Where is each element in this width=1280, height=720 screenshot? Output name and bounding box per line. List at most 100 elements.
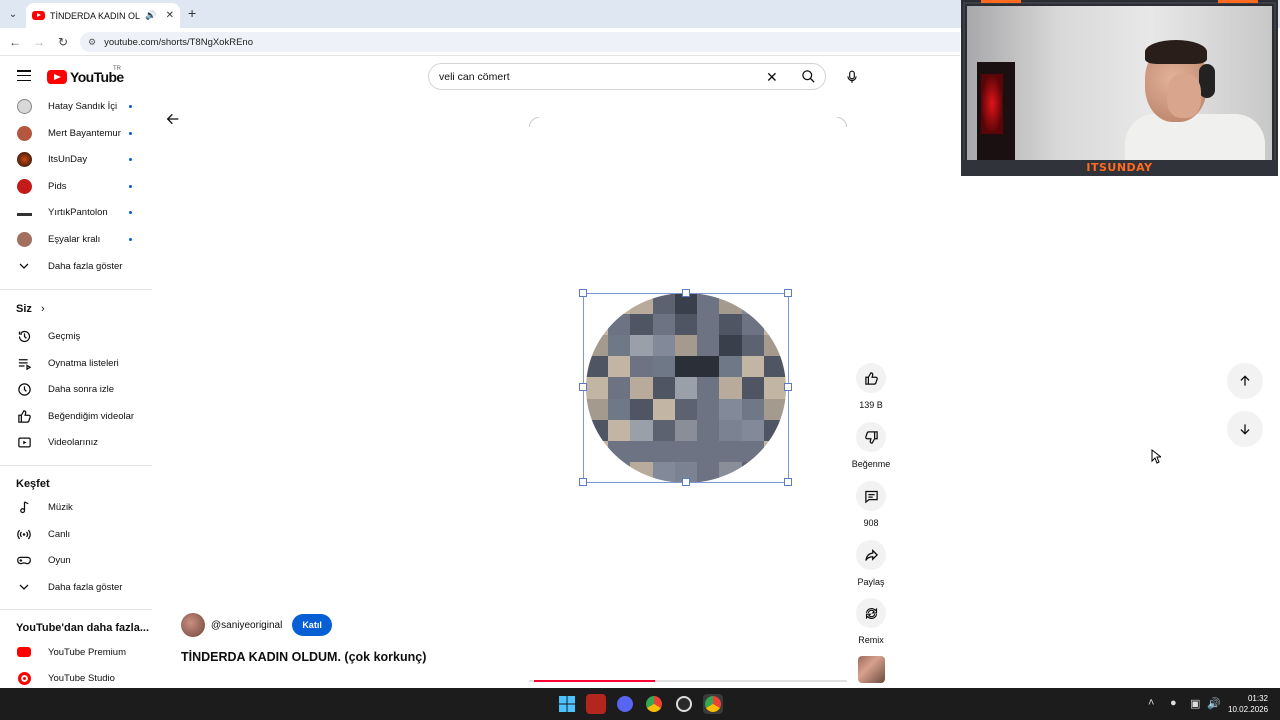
thumbs-up-icon — [864, 371, 878, 385]
sidebar-item-youtube-premium[interactable]: YouTube Premium — [0, 639, 152, 665]
sidebar-subscription[interactable]: Hatay Sandık İçi — [0, 93, 152, 119]
thumbs-up-icon — [16, 408, 32, 424]
sidebar-item-music[interactable]: Müzik — [0, 494, 152, 520]
like-button[interactable]: 139 B — [851, 363, 891, 410]
next-short-button[interactable] — [1227, 411, 1263, 447]
chrome-app-icon[interactable] — [644, 694, 664, 714]
previous-short-button[interactable] — [1227, 363, 1263, 399]
webcam-overlay: ITSUNDAY — [961, 0, 1278, 176]
search-input[interactable] — [439, 70, 759, 83]
show-more-explore[interactable]: Daha fazla göster — [0, 574, 152, 600]
clock-time: 01:32 — [1247, 694, 1268, 703]
microphone-tray-icon[interactable]: ● — [1170, 697, 1177, 709]
taskbar: ˄ ● ▣ 🔊 01:32 10.02.2026 — [0, 688, 1280, 720]
channel-avatar — [16, 125, 32, 141]
sidebar-subscription[interactable]: Mert Bayantemur — [0, 120, 152, 146]
resize-handle[interactable] — [682, 289, 690, 297]
sound-thumbnail[interactable] — [858, 656, 885, 683]
sidebar-item-watch-later[interactable]: Daha sonra izle — [0, 376, 152, 402]
voice-search-button[interactable] — [838, 63, 866, 91]
resize-handle[interactable] — [579, 478, 587, 486]
you-section-header[interactable]: Siz › — [16, 303, 45, 315]
youtube-premium-icon — [16, 644, 32, 660]
windows-start-icon[interactable] — [557, 694, 577, 714]
obs-app-icon[interactable] — [674, 694, 694, 714]
playlist-icon — [16, 355, 32, 371]
forward-icon[interactable]: → — [31, 34, 47, 50]
resize-handle[interactable] — [579, 383, 587, 391]
sidebar-item-your-videos[interactable]: Videolarınız — [0, 429, 152, 455]
share-icon — [864, 548, 878, 561]
chevron-down-icon — [16, 579, 32, 595]
remix-button[interactable]: Remix — [851, 598, 891, 645]
tab-title: TİNDERDA KADIN OLDUM. — [50, 10, 141, 21]
resize-handle[interactable] — [784, 383, 792, 391]
tab-close-icon[interactable]: ✕ — [166, 10, 174, 21]
sidebar-item-gaming[interactable]: Oyun — [0, 547, 152, 573]
new-content-dot — [129, 104, 132, 108]
discord-app-icon[interactable] — [615, 694, 635, 714]
chevron-right-icon: › — [40, 303, 45, 315]
clear-search-icon[interactable]: ✕ — [766, 69, 778, 86]
search-button[interactable] — [791, 64, 826, 89]
mouse-cursor-icon — [1151, 448, 1163, 469]
sidebar-item-youtube-studio[interactable]: YouTube Studio — [0, 665, 152, 688]
taskbar-clock[interactable]: 01:32 10.02.2026 — [1228, 693, 1268, 715]
sidebar-item-live[interactable]: Canlı — [0, 521, 152, 547]
resize-handle[interactable] — [682, 478, 690, 486]
resize-handle[interactable] — [784, 478, 792, 486]
resize-handle[interactable] — [579, 289, 587, 297]
webcam-name-label: ITSUNDAY — [1086, 161, 1153, 174]
speaker-icon[interactable]: 🔊 — [145, 10, 156, 21]
browser-tab-active[interactable]: TİNDERDA KADIN OLDUM. 🔊 ✕ — [26, 3, 180, 28]
sidebar-subscription[interactable]: Eşyalar kralı — [0, 226, 152, 252]
clock-icon — [16, 381, 32, 397]
youtube-favicon-icon — [32, 11, 45, 20]
url-text: youtube.com/shorts/T8NgXokREno — [104, 36, 253, 48]
frame-corner — [529, 117, 539, 127]
sidebar-subscription[interactable]: Pids — [0, 173, 152, 199]
dislike-button[interactable]: Beğenme — [851, 422, 891, 469]
short-title: TİNDERDA KADIN OLDUM. (çok korkunç) — [181, 650, 427, 664]
back-icon[interactable]: ← — [7, 34, 23, 50]
back-arrow-icon[interactable] — [165, 111, 181, 127]
sidebar-item-history[interactable]: Geçmiş — [0, 323, 152, 349]
webcam-accent — [1218, 0, 1258, 3]
network-icon[interactable]: ▣ — [1190, 697, 1200, 710]
video-icon — [16, 434, 32, 450]
new-tab-plus-icon[interactable]: + — [188, 5, 196, 21]
webcam-frame — [963, 2, 1276, 174]
tab-search-chevron-icon[interactable]: ⌄ — [5, 6, 21, 22]
share-button[interactable]: Paylaş — [851, 540, 891, 587]
channel-name[interactable]: @saniyeoriginal — [211, 620, 282, 631]
youtube-logo[interactable]: YouTube TR — [47, 66, 124, 85]
reload-icon[interactable]: ↻ — [55, 34, 71, 50]
more-from-youtube-header: YouTube'dan daha fazla... — [16, 622, 149, 634]
volume-icon[interactable]: 🔊 — [1207, 697, 1221, 710]
sidebar-item-liked-videos[interactable]: Beğendiğim videolar — [0, 403, 152, 429]
voicemeeter-app-icon[interactable] — [586, 694, 606, 714]
join-button[interactable]: Katıl — [292, 614, 332, 636]
sidebar: Hatay Sandık İçi Mert Bayantemur ItsUnDa… — [0, 93, 152, 688]
webcam-accent — [981, 0, 1021, 3]
site-info-icon[interactable]: ⚙ — [88, 37, 96, 48]
new-content-dot — [129, 157, 132, 161]
sidebar-subscription[interactable]: ItsUnDay — [0, 146, 152, 172]
chrome-active-app-icon[interactable] — [703, 694, 723, 714]
youtube-studio-icon — [16, 670, 32, 686]
like-count: 139 B — [859, 400, 883, 410]
channel-avatar — [16, 204, 32, 220]
tray-chevron-icon[interactable]: ˄ — [1148, 697, 1154, 709]
url-field[interactable]: ⚙ youtube.com/shorts/T8NgXokREno — [80, 32, 960, 52]
menu-icon[interactable] — [17, 70, 31, 82]
sidebar-subscription[interactable]: YırtıkPantolon — [0, 199, 152, 225]
comments-button[interactable]: 908 — [851, 481, 891, 528]
show-more-subscriptions[interactable]: Daha fazla göster — [0, 253, 152, 279]
resize-handle[interactable] — [784, 289, 792, 297]
sidebar-item-playlists[interactable]: Oynatma listeleri — [0, 350, 152, 376]
sidebar-divider — [0, 289, 152, 290]
new-content-dot — [129, 210, 132, 214]
channel-info: @saniyeoriginal Katıl — [181, 613, 332, 637]
channel-avatar[interactable] — [181, 613, 205, 637]
progress-bar[interactable] — [534, 680, 655, 682]
